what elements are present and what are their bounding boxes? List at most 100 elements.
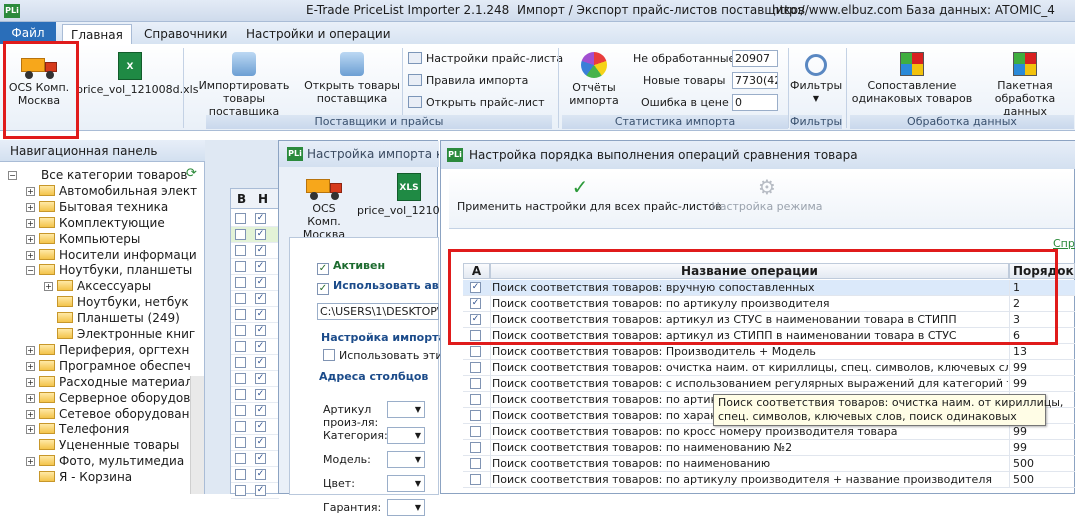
nav-scrollbar[interactable]	[190, 376, 204, 494]
row-checkbox[interactable]	[235, 309, 246, 320]
expand-icon[interactable]: +	[26, 250, 35, 260]
price-settings-button[interactable]: Настройки прайс-листа	[408, 50, 563, 68]
operation-order[interactable]: 1	[1009, 280, 1075, 296]
table-row[interactable]: ✓	[231, 387, 279, 403]
tab-home[interactable]: Главная	[62, 24, 132, 44]
refresh-icon[interactable]: ⟳	[186, 166, 202, 182]
expand-icon[interactable]: +	[26, 345, 35, 355]
table-row[interactable]: Поиск соответствия товаров: по кросс ном…	[463, 424, 1075, 440]
open-price-button[interactable]: Открыть прайс-лист	[408, 94, 544, 112]
row-checkbox[interactable]: ✓	[255, 341, 266, 352]
col-order-header[interactable]: Порядок	[1009, 263, 1075, 279]
row-checkbox[interactable]	[235, 293, 246, 304]
expand-icon[interactable]: +	[26, 393, 35, 403]
row-checkbox[interactable]	[235, 485, 246, 496]
nav-item[interactable]: + Расходные материал	[26, 374, 193, 390]
nav-item[interactable]: + Носители информаци	[26, 247, 197, 263]
row-checkbox[interactable]	[235, 261, 246, 272]
operation-order[interactable]: 99	[1009, 440, 1075, 456]
nav-item[interactable]: + Автомобильная элект	[26, 183, 197, 199]
nav-item[interactable]: + Телефония	[26, 421, 129, 437]
table-row[interactable]: ✓ Поиск соответствия товаров: по артикулу…	[463, 296, 1075, 312]
operation-checkbox[interactable]	[470, 330, 481, 341]
table-row[interactable]: ✓	[231, 211, 279, 227]
tab-settings-ops[interactable]: Настройки и операции	[238, 24, 399, 44]
operation-checkbox[interactable]	[470, 474, 481, 485]
site-url[interactable]: http://www.elbuz.com	[772, 3, 903, 17]
table-row[interactable]: ✓	[231, 419, 279, 435]
win1-supplier-button[interactable]: OCS Комп. Москва	[295, 177, 353, 241]
nav-item[interactable]: + Програмное обеспеч	[26, 358, 191, 374]
row-checkbox[interactable]: ✓	[255, 277, 266, 288]
nav-item[interactable]: − Все категории товаров	[8, 167, 187, 183]
help-link[interactable]: Спра	[1053, 237, 1075, 250]
table-row[interactable]: ✓	[231, 243, 279, 259]
operation-checkbox[interactable]: ✓	[470, 314, 481, 325]
row-checkbox[interactable]: ✓	[255, 437, 266, 448]
table-row[interactable]: ✓	[231, 435, 279, 451]
row-checkbox[interactable]	[235, 245, 246, 256]
operation-checkbox[interactable]	[470, 442, 481, 453]
row-checkbox[interactable]: ✓	[255, 213, 266, 224]
table-row[interactable]: ✓	[231, 275, 279, 291]
row-checkbox[interactable]	[235, 437, 246, 448]
table-row[interactable]: ✓ Поиск соответствия товаров: артикул из …	[463, 312, 1075, 328]
nav-item[interactable]: + Компьютеры	[26, 231, 140, 247]
row-checkbox[interactable]: ✓	[255, 453, 266, 464]
use-these-checkbox[interactable]: Использовать эти	[323, 349, 443, 362]
row-checkbox[interactable]: ✓	[255, 325, 266, 336]
active-checkbox[interactable]: ✓ Активен	[317, 259, 385, 275]
table-row[interactable]: ✓	[231, 371, 279, 387]
row-checkbox[interactable]: ✓	[255, 309, 266, 320]
operation-order[interactable]: 99	[1009, 376, 1075, 392]
filters-button[interactable]: Фильтры ▼	[790, 54, 842, 105]
row-checkbox[interactable]	[235, 453, 246, 464]
operation-order[interactable]: 500	[1009, 456, 1075, 472]
operation-checkbox[interactable]: ✓	[470, 282, 481, 293]
row-checkbox[interactable]: ✓	[255, 293, 266, 304]
operation-checkbox[interactable]	[470, 346, 481, 357]
table-row[interactable]: Поиск соответствия товаров: по наименова…	[463, 456, 1075, 472]
table-row[interactable]: Поиск соответствия товаров: по наименова…	[463, 440, 1075, 456]
open-goods-button[interactable]: Открыть товары поставщика	[304, 52, 400, 105]
nav-item[interactable]: Электронные книг	[44, 326, 195, 342]
column-select[interactable]: ▼	[387, 427, 425, 444]
nav-item[interactable]: Ноутбуки, нетбук	[44, 294, 189, 310]
row-checkbox[interactable]	[235, 405, 246, 416]
nav-item[interactable]: + Фото, мультимедиа	[26, 453, 184, 469]
use-auto-checkbox[interactable]: ✓ Использовать ав	[317, 279, 439, 295]
row-checkbox[interactable]	[235, 469, 246, 480]
operation-order[interactable]: 99	[1009, 360, 1075, 376]
table-row[interactable]: ✓	[231, 403, 279, 419]
operation-checkbox[interactable]	[470, 394, 481, 405]
expand-icon[interactable]: +	[44, 282, 53, 292]
mode-settings-button[interactable]: ⚙ Настройка режима	[711, 177, 823, 213]
price-file-button[interactable]: X price_vol_121008d.xls	[76, 52, 198, 96]
table-row[interactable]: ✓	[231, 355, 279, 371]
operation-checkbox[interactable]	[470, 362, 481, 373]
row-checkbox[interactable]: ✓	[255, 485, 266, 496]
match-goods-button[interactable]: Сопоставление одинаковых товаров	[850, 52, 974, 105]
row-checkbox[interactable]	[235, 373, 246, 384]
path-input[interactable]: C:\USERS\1\DESKTOP\	[317, 303, 439, 320]
row-checkbox[interactable]: ✓	[255, 389, 266, 400]
expand-icon[interactable]: +	[26, 377, 35, 387]
expand-icon[interactable]: +	[26, 186, 35, 196]
row-checkbox[interactable]: ✓	[255, 405, 266, 416]
operation-order[interactable]: 3	[1009, 312, 1075, 328]
operation-order[interactable]: 2	[1009, 296, 1075, 312]
row-checkbox[interactable]: ✓	[255, 469, 266, 480]
table-row[interactable]: ✓	[231, 323, 279, 339]
nav-item[interactable]: Уцененные товары	[26, 437, 179, 453]
nav-item[interactable]: + Серверное оборудов	[26, 390, 190, 406]
expand-icon[interactable]: +	[26, 457, 35, 467]
column-select[interactable]: ▼	[387, 475, 425, 492]
nav-item[interactable]: + Периферия, оргтехн	[26, 342, 189, 358]
table-row[interactable]: ✓	[231, 467, 279, 483]
row-checkbox[interactable]	[235, 277, 246, 288]
batch-processing-button[interactable]: Пакетная обработка данных	[976, 52, 1074, 118]
operation-checkbox[interactable]: ✓	[470, 298, 481, 309]
expand-icon[interactable]: +	[26, 361, 35, 371]
row-checkbox[interactable]: ✓	[255, 421, 266, 432]
column-select[interactable]: ▼	[387, 499, 425, 516]
